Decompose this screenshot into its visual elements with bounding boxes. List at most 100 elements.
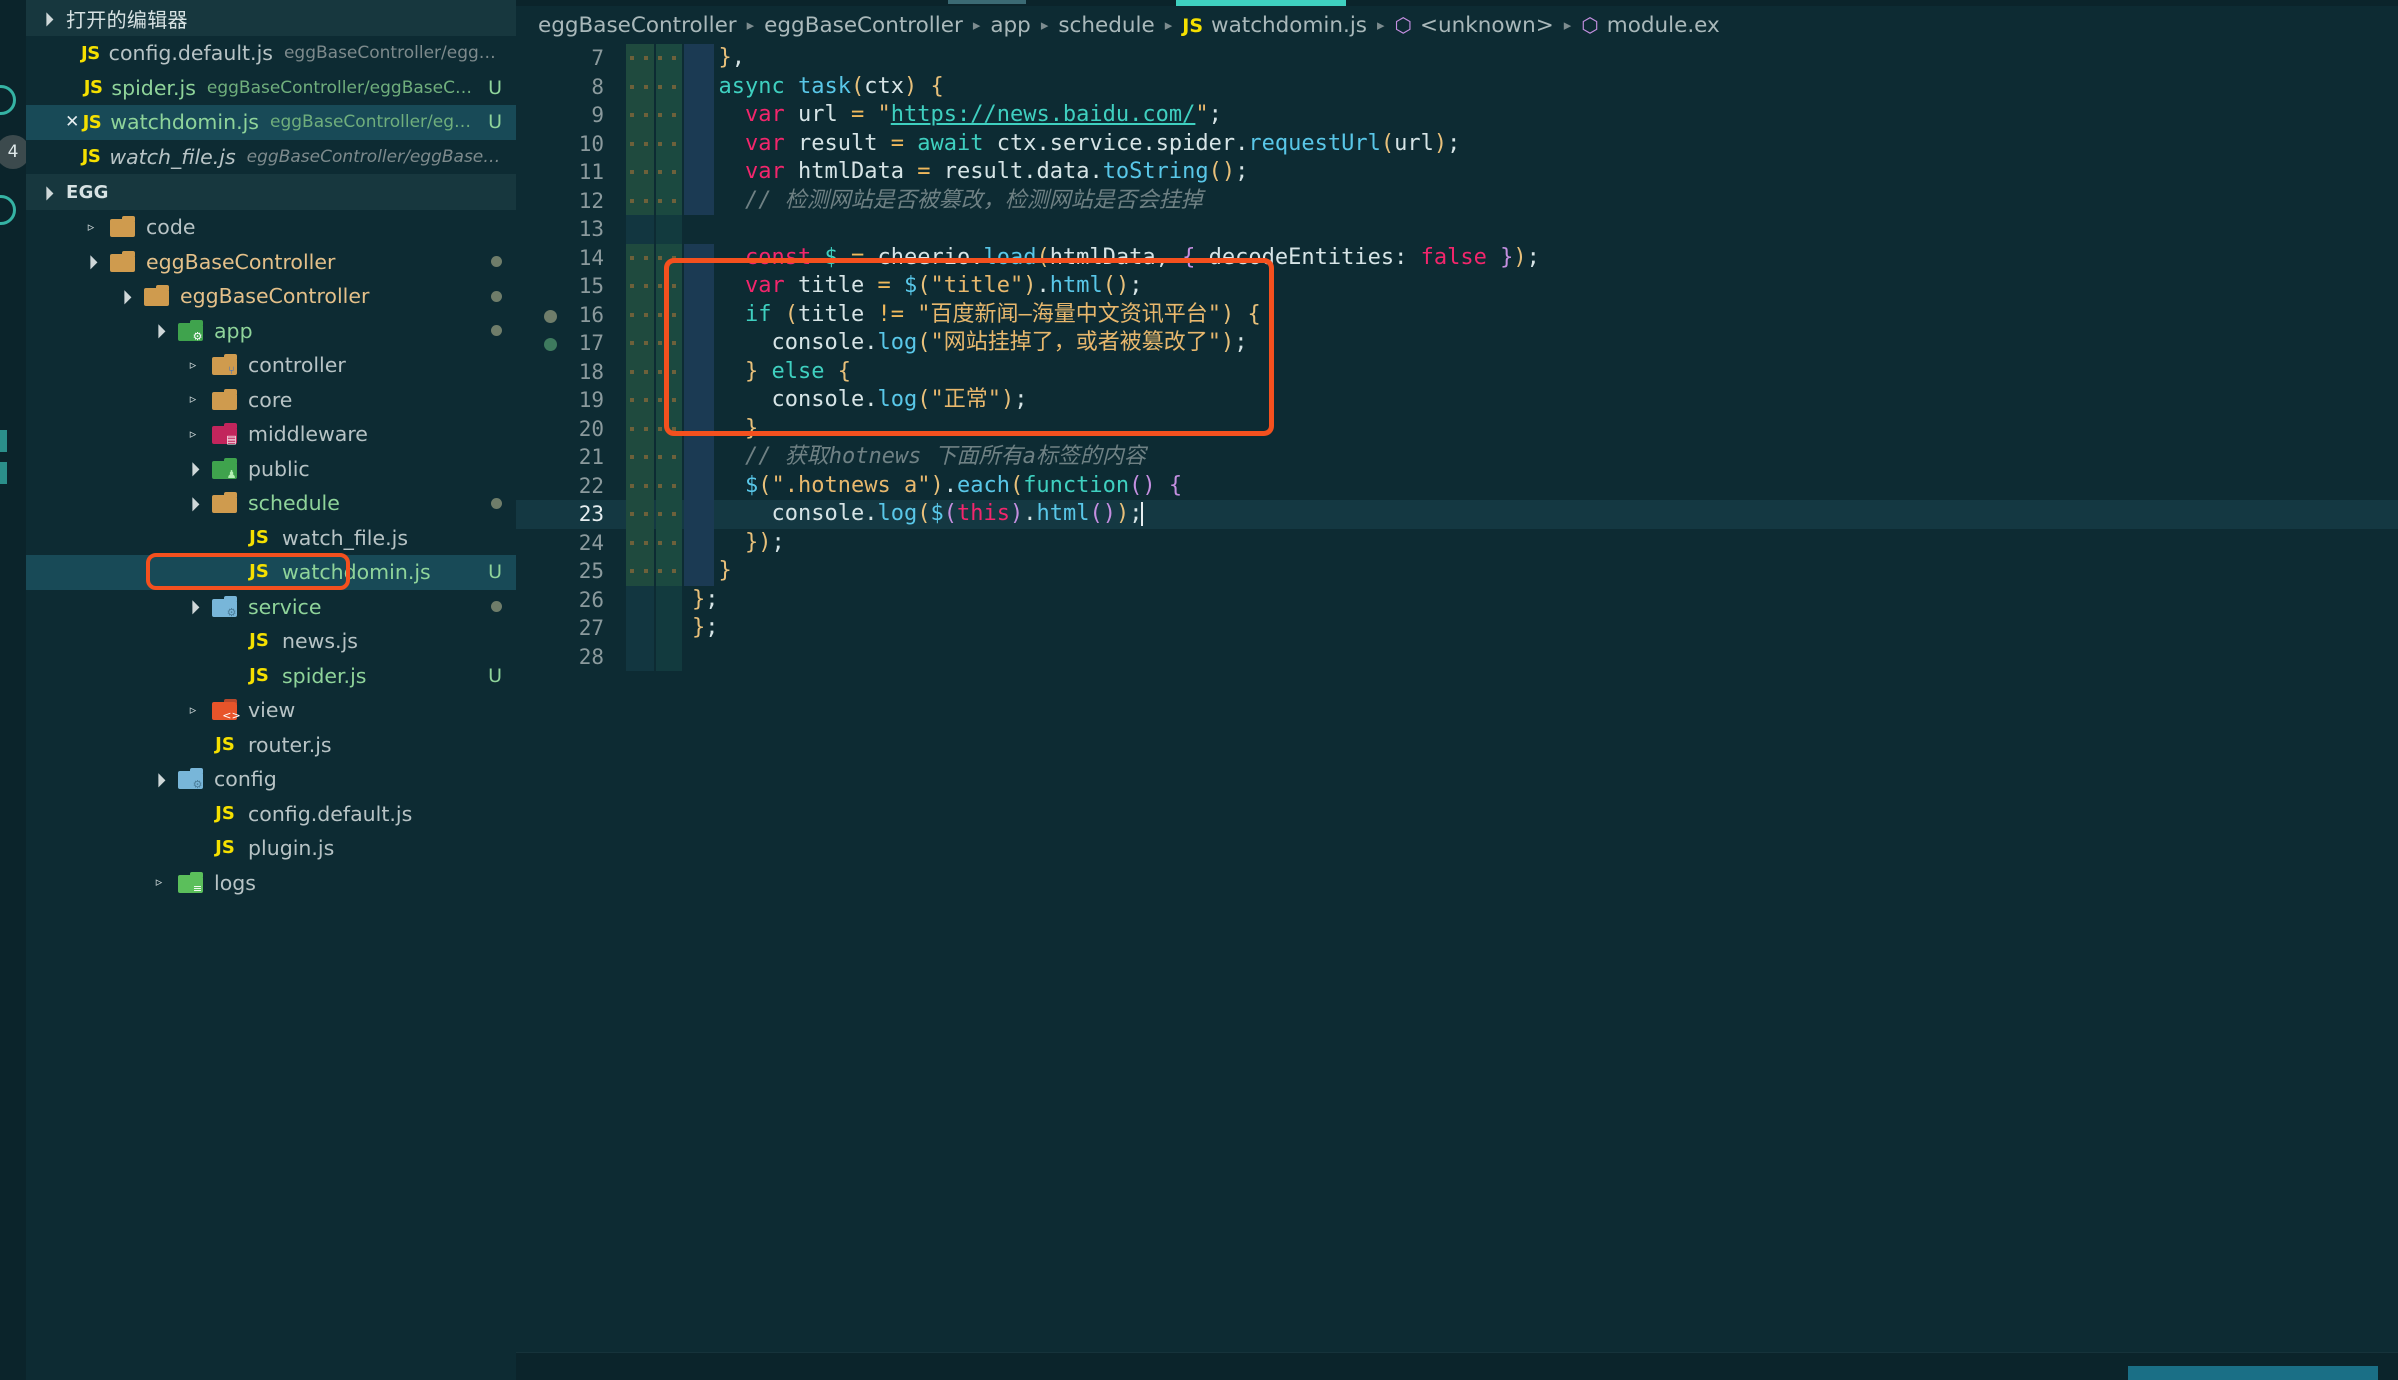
activity-bar[interactable]: 4 [0, 0, 30, 1380]
tree-file-news.js[interactable]: JS news.js [26, 624, 516, 659]
chevron-down-icon[interactable] [38, 12, 56, 25]
chevron-down-icon[interactable] [150, 773, 168, 786]
tree-item-label: public [248, 456, 310, 481]
code-line[interactable]: 7 }, [516, 44, 2398, 73]
tree-folder-logs[interactable]: ≡ logs [26, 866, 516, 901]
chevron-right-icon[interactable] [150, 876, 168, 889]
folder-middleware-icon: ▤ [212, 423, 238, 446]
code-line[interactable]: 15 var title = $("title").html(); [516, 272, 2398, 301]
code-line[interactable]: 25 } [516, 557, 2398, 586]
code-line-text: console.log($(this).html()); [771, 501, 1144, 526]
tree-file-plugin.js[interactable]: JS plugin.js [26, 831, 516, 866]
chevron-down-icon[interactable] [184, 462, 202, 475]
breadcrumb-item[interactable]: app [990, 13, 1030, 38]
chevron-right-icon[interactable] [184, 704, 202, 717]
code-line[interactable]: 11 var htmlData = result.data.toString()… [516, 158, 2398, 187]
tree-file-watch_file.js[interactable]: JS watch_file.js [26, 521, 516, 556]
open-editor-item[interactable]: ✕JSconfig.default.jseggBaseController/eg… [26, 36, 516, 71]
breakpoint-icon[interactable] [544, 309, 557, 323]
debug-icon[interactable] [0, 430, 7, 452]
code-line[interactable]: 24 }); [516, 528, 2398, 557]
source-control-icon[interactable] [0, 195, 16, 225]
tree-folder-controller[interactable]: ⑂ controller [26, 348, 516, 383]
tree-file-router.js[interactable]: JS router.js [26, 728, 516, 763]
code-line[interactable]: 18 } else { [516, 357, 2398, 386]
symbol-cube-icon: ⬡ [1581, 12, 1599, 37]
breadcrumb-label: app [990, 12, 1031, 38]
tree-item-label: eggBaseController [180, 284, 370, 309]
tree-folder-middleware[interactable]: ▤ middleware [26, 417, 516, 452]
tree-folder-eggBaseController[interactable]: eggBaseController [26, 245, 516, 280]
code-line-text: var url = "https://news.baidu.com/"; [745, 102, 1222, 127]
chevron-right-icon[interactable] [184, 428, 202, 441]
tree-item-label: spider.js [282, 663, 367, 688]
status-bar-right-item[interactable] [2128, 1366, 2378, 1380]
breadcrumb-item[interactable]: eggBaseController [538, 13, 737, 38]
open-editors-header[interactable]: 打开的编辑器 [26, 0, 516, 36]
chevron-right-icon[interactable] [184, 359, 202, 372]
tree-folder-view[interactable]: <> view [26, 693, 516, 728]
breadcrumb-item[interactable]: schedule [1058, 13, 1154, 38]
open-editor-item[interactable]: ✕JSspider.jseggBaseController/eggBaseCo.… [26, 71, 516, 106]
code-line-text: } else { [745, 358, 851, 384]
tree-folder-schedule[interactable]: schedule [26, 486, 516, 521]
chevron-right-icon[interactable] [82, 221, 100, 234]
code-line[interactable]: 28 [516, 642, 2398, 671]
code-line[interactable]: 19 console.log("正常"); [516, 386, 2398, 415]
breakpoint-icon[interactable] [544, 338, 557, 351]
tree-folder-service[interactable]: ⚙ service [26, 590, 516, 625]
breadcrumb-item[interactable]: JS watchdomin.js [1182, 13, 1367, 38]
tree-file-config.default.js[interactable]: JS config.default.js [26, 797, 516, 832]
js-file-icon: JS [249, 630, 269, 652]
tree-file-spider.js[interactable]: JS spider.js U [26, 659, 516, 694]
js-file-icon: JS [249, 561, 269, 583]
chevron-right-icon[interactable] [184, 393, 202, 406]
chevron-down-icon[interactable] [82, 255, 100, 268]
tree-folder-core[interactable]: core [26, 383, 516, 418]
chevron-down-icon[interactable] [150, 324, 168, 337]
code-line[interactable]: 17 console.log("网站挂掉了，或者被篡改了"); [516, 329, 2398, 358]
code-line-text: } [745, 415, 759, 441]
code-line[interactable]: 8 async task(ctx) { [516, 72, 2398, 101]
chevron-down-icon[interactable] [116, 290, 134, 303]
extensions-icon[interactable] [0, 462, 7, 484]
tree-file-watchdomin.js[interactable]: JS watchdomin.js U [26, 555, 516, 590]
chevron-down-icon[interactable] [184, 600, 202, 613]
code-editor[interactable]: 7 }, 8 async task(ctx) {9 var url = "http… [516, 44, 2398, 1380]
chevron-down-icon[interactable] [38, 186, 56, 199]
code-line-text: }; [692, 615, 719, 640]
explorer-root-header[interactable]: EGG [26, 174, 516, 210]
code-line[interactable]: 20 } [516, 414, 2398, 443]
code-line[interactable]: 26}; [516, 585, 2398, 614]
breadcrumb[interactable]: eggBaseController ▸ eggBaseController ▸ app ▸… [516, 6, 2398, 44]
breadcrumb-item[interactable]: eggBaseController [764, 13, 963, 38]
folder-plain-icon [212, 388, 238, 411]
tree-folder-public[interactable]: ♟ public [26, 452, 516, 487]
git-status-badge: U [488, 664, 502, 687]
open-editor-item[interactable]: ✕ JS watchdomin.js eggBaseController/eggB..… [26, 105, 516, 140]
open-editor-item[interactable]: ✕JSwatch_file.jseggBaseController/eggBas… [26, 140, 516, 175]
code-line[interactable]: 14 const $ = cheerio.load(htmlData, { de… [516, 243, 2398, 272]
folder-service-icon: ⚙ [212, 595, 238, 619]
explorer-icon[interactable] [0, 85, 16, 115]
code-line[interactable]: 16 if (title != "百度新闻—海量中文资讯平台") { [516, 300, 2398, 329]
code-line[interactable]: 22 $(".hotnews a").each(function() { [516, 471, 2398, 500]
editor-tab-bar[interactable] [516, 0, 2398, 6]
breadcrumb-item[interactable]: ⬡ <unknown> [1395, 13, 1554, 38]
code-line[interactable]: 21 // 获取hotnews 下面所有a标签的内容 [516, 443, 2398, 472]
close-icon[interactable]: ✕ [62, 112, 83, 132]
breadcrumb-item[interactable]: ⬡ module.ex [1581, 13, 1719, 38]
code-line[interactable]: 27}; [516, 614, 2398, 643]
tree-folder-app[interactable]: ⚙ app [26, 314, 516, 349]
chevron-down-icon[interactable] [184, 497, 202, 510]
tree-folder-eggBaseController[interactable]: eggBaseController [26, 279, 516, 314]
tree-item-label: watchdomin.js [282, 560, 431, 585]
code-line[interactable]: 9 var url = "https://news.baidu.com/"; [516, 101, 2398, 130]
tree-folder-config[interactable]: ⚙ config [26, 762, 516, 797]
open-editor-filename: config.default.js [108, 41, 273, 66]
code-line[interactable]: 23 console.log($(this).html()); [516, 500, 2398, 529]
tree-folder-code[interactable]: code [26, 210, 516, 245]
code-line[interactable]: 13 [516, 215, 2398, 244]
code-line[interactable]: 10 var result = await ctx.service.spider… [516, 129, 2398, 158]
code-line[interactable]: 12 // 检测网站是否被篡改，检测网站是否会挂掉 [516, 186, 2398, 215]
